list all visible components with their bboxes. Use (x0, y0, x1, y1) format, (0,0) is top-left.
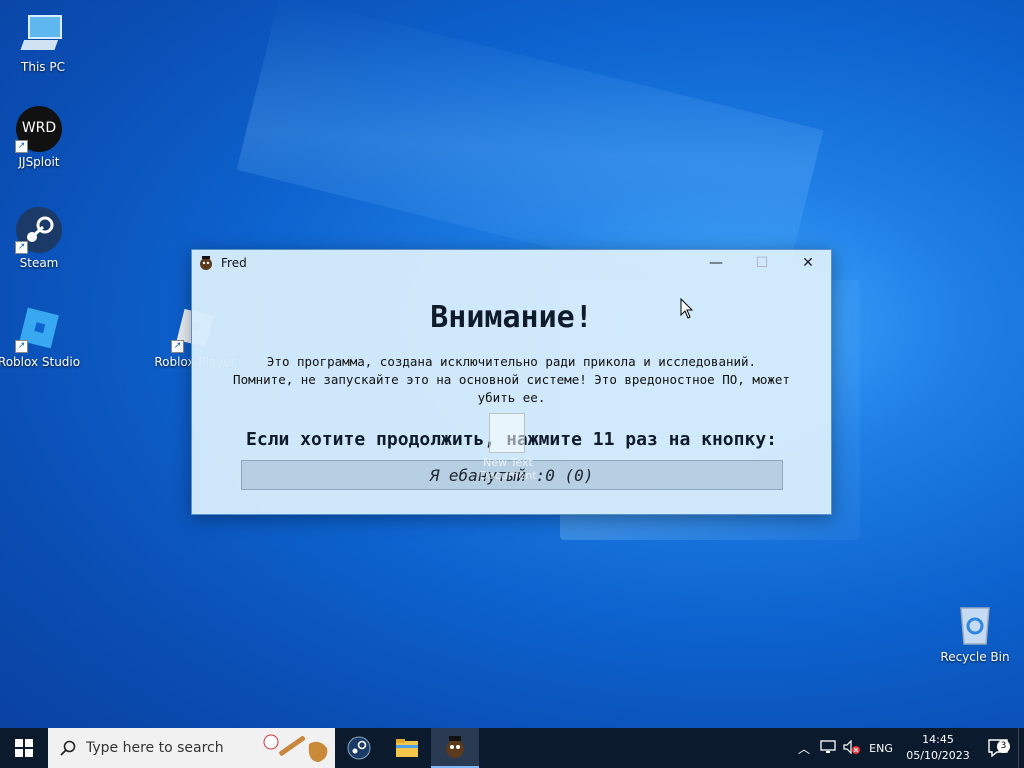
warning-text: Это программа, создана исключительно рад… (212, 353, 811, 407)
notification-center-button[interactable]: 3 (978, 739, 1018, 757)
desktop-icon-label: Steam (19, 256, 59, 270)
shortcut-arrow-icon: ↗ (171, 340, 184, 353)
window-titlebar[interactable]: Fred — ☐ ✕ (192, 250, 831, 276)
volume-muted-icon[interactable] (840, 739, 864, 757)
clock-date: 05/10/2023 (906, 749, 970, 762)
desktop-icon-roblox-studio[interactable]: ↗ Roblox Studio (0, 305, 82, 369)
freddy-app-icon (446, 736, 464, 758)
folder-icon (396, 739, 418, 757)
freddy-app-icon (200, 256, 212, 270)
start-button[interactable] (0, 728, 48, 768)
steam-icon: ↗ (15, 206, 63, 254)
text-document-icon (489, 413, 525, 453)
close-button[interactable]: ✕ (785, 250, 831, 276)
shortcut-arrow-icon: ↗ (15, 140, 28, 153)
recycle-bin-icon (951, 600, 999, 648)
taskbar-file-explorer[interactable] (383, 728, 431, 768)
chevron-up-icon[interactable]: ︿ (792, 740, 816, 757)
steam-icon (347, 736, 371, 760)
jjsploit-icon: WRD ↗ (15, 105, 63, 153)
minimize-button[interactable]: — (693, 250, 739, 276)
computer-icon (19, 10, 67, 58)
baseball-search-highlight-icon (263, 734, 328, 762)
language-indicator[interactable]: ENG (864, 742, 898, 755)
taskbar-fred-app[interactable] (431, 728, 479, 768)
desktop-icon-label: This PC (21, 60, 65, 74)
desktop-icon-label: JJSploit (18, 155, 60, 169)
desktop-file-label: New Text Document (479, 456, 537, 482)
warning-line-3: убить ее. (477, 390, 546, 405)
show-desktop-button[interactable] (1018, 728, 1024, 768)
shortcut-arrow-icon: ↗ (15, 340, 28, 353)
desktop-icon-recycle-bin[interactable]: Recycle Bin (932, 600, 1018, 664)
taskbar: Type here to search ︿ ENG 14:45 05/10/20… (0, 728, 1024, 768)
desktop-icon-label: Roblox Studio (0, 355, 81, 369)
search-placeholder: Type here to search (86, 740, 224, 756)
mouse-cursor-icon (680, 298, 694, 319)
shortcut-arrow-icon: ↗ (15, 241, 28, 254)
warning-line-1: Это программа, создана исключительно рад… (266, 354, 757, 369)
system-tray: ︿ ENG 14:45 05/10/2023 3 (792, 728, 1024, 768)
desktop-icon-steam[interactable]: ↗ Steam (0, 206, 82, 270)
notification-count-badge: 3 (997, 740, 1010, 753)
desktop-icon-jjsploit[interactable]: WRD ↗ JJSploit (0, 105, 82, 169)
network-icon[interactable] (816, 739, 840, 757)
jjsploit-logo-text: WRD (21, 120, 57, 136)
maximize-button[interactable]: ☐ (739, 250, 785, 276)
taskbar-steam[interactable] (335, 728, 383, 768)
window-title: Fred (221, 256, 247, 270)
warning-heading: Внимание! (430, 300, 593, 335)
search-box[interactable]: Type here to search (48, 728, 335, 768)
clock-time: 14:45 (922, 733, 954, 746)
desktop-icon-this-pc[interactable]: This PC (0, 10, 86, 74)
windows-logo-icon (15, 739, 33, 757)
roblox-studio-icon: ↗ (15, 305, 63, 353)
clock[interactable]: 14:45 05/10/2023 (898, 732, 978, 764)
desktop-icon-label: Recycle Bin (940, 650, 1010, 664)
warning-line-2: Помните, не запускайте это на основной с… (233, 372, 790, 387)
search-icon (60, 740, 76, 756)
